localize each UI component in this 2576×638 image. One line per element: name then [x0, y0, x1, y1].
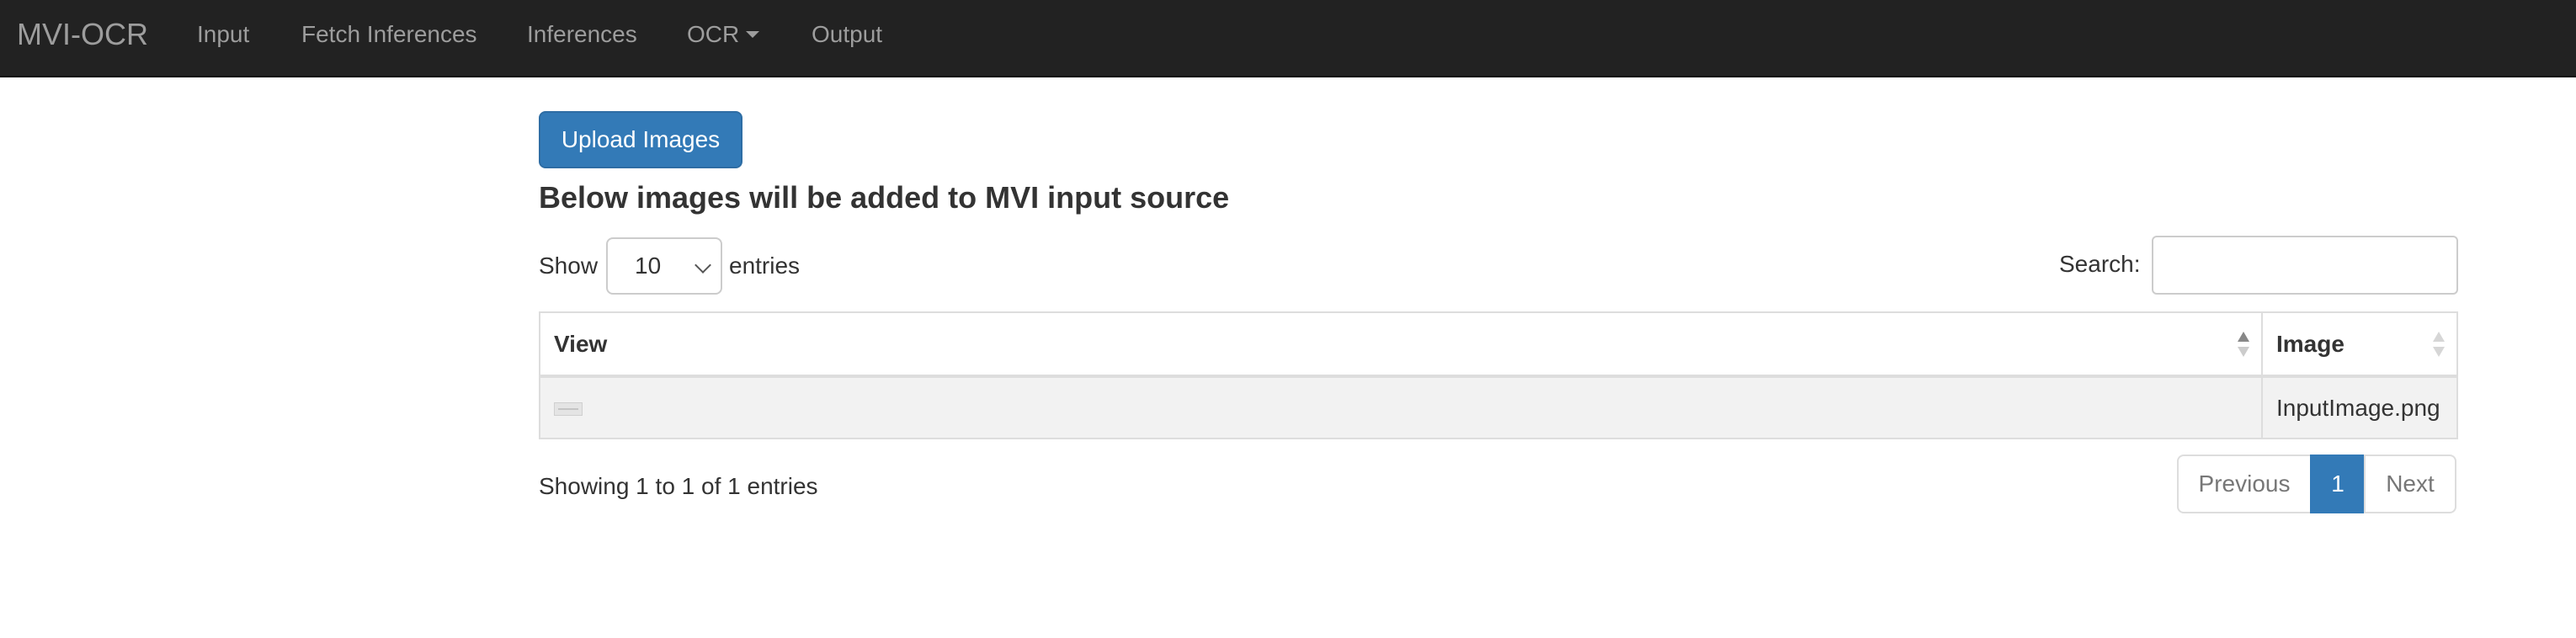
nav-item-inferences[interactable]: Inferences: [527, 0, 637, 77]
image-thumbnail[interactable]: [554, 402, 583, 417]
nav-item-label: OCR: [687, 21, 740, 47]
images-table: View Image InputImage.png: [539, 311, 2458, 439]
sort-both-icon: [2433, 330, 2445, 360]
column-header-label: Image: [2276, 330, 2344, 357]
nav-item-fetch-inferences[interactable]: Fetch Inferences: [301, 0, 477, 77]
view-cell: [540, 376, 2263, 439]
sort-asc-icon: [2238, 330, 2249, 360]
nav-item-label: Output: [812, 21, 883, 47]
column-header-label: View: [554, 330, 608, 357]
column-header-view[interactable]: View: [540, 312, 2263, 378]
show-label: Show: [539, 253, 599, 279]
entries-per-page-value: 10: [635, 253, 662, 279]
entries-per-page-select[interactable]: 10: [606, 237, 722, 295]
next-page-button[interactable]: Next: [2364, 455, 2456, 513]
brand-link[interactable]: MVI-OCR: [17, 0, 148, 77]
upload-images-button[interactable]: Upload Images: [539, 111, 742, 168]
entries-label: entries: [729, 253, 801, 279]
pagination: Previous 1 Next: [2177, 455, 2456, 513]
table-info: Showing 1 to 1 of 1 entries: [539, 473, 818, 499]
nav-item-output[interactable]: Output: [812, 0, 882, 77]
page-1-button[interactable]: 1: [2310, 455, 2366, 513]
caret-down-icon: [746, 30, 760, 38]
previous-page-button[interactable]: Previous: [2177, 455, 2312, 513]
nav-item-label: Input: [197, 21, 250, 47]
page-heading: Below images will be added to MVI input …: [539, 180, 1230, 215]
navbar: MVI-OCR Input Fetch Inferences Inference…: [0, 0, 2576, 77]
nav-item-ocr-dropdown[interactable]: OCR: [687, 0, 760, 77]
column-header-image[interactable]: Image: [2262, 312, 2458, 378]
search-input[interactable]: [2152, 236, 2458, 295]
nav-item-label: Fetch Inferences: [301, 21, 477, 47]
chevron-down-icon: [695, 257, 711, 274]
nav-item-label: Inferences: [527, 21, 637, 47]
search-label: Search:: [2059, 251, 2141, 277]
image-name-cell: InputImage.png: [2262, 376, 2458, 439]
table-row: InputImage.png: [540, 376, 2458, 439]
nav-item-input[interactable]: Input: [197, 0, 249, 77]
table-header-row: View Image: [540, 312, 2458, 378]
